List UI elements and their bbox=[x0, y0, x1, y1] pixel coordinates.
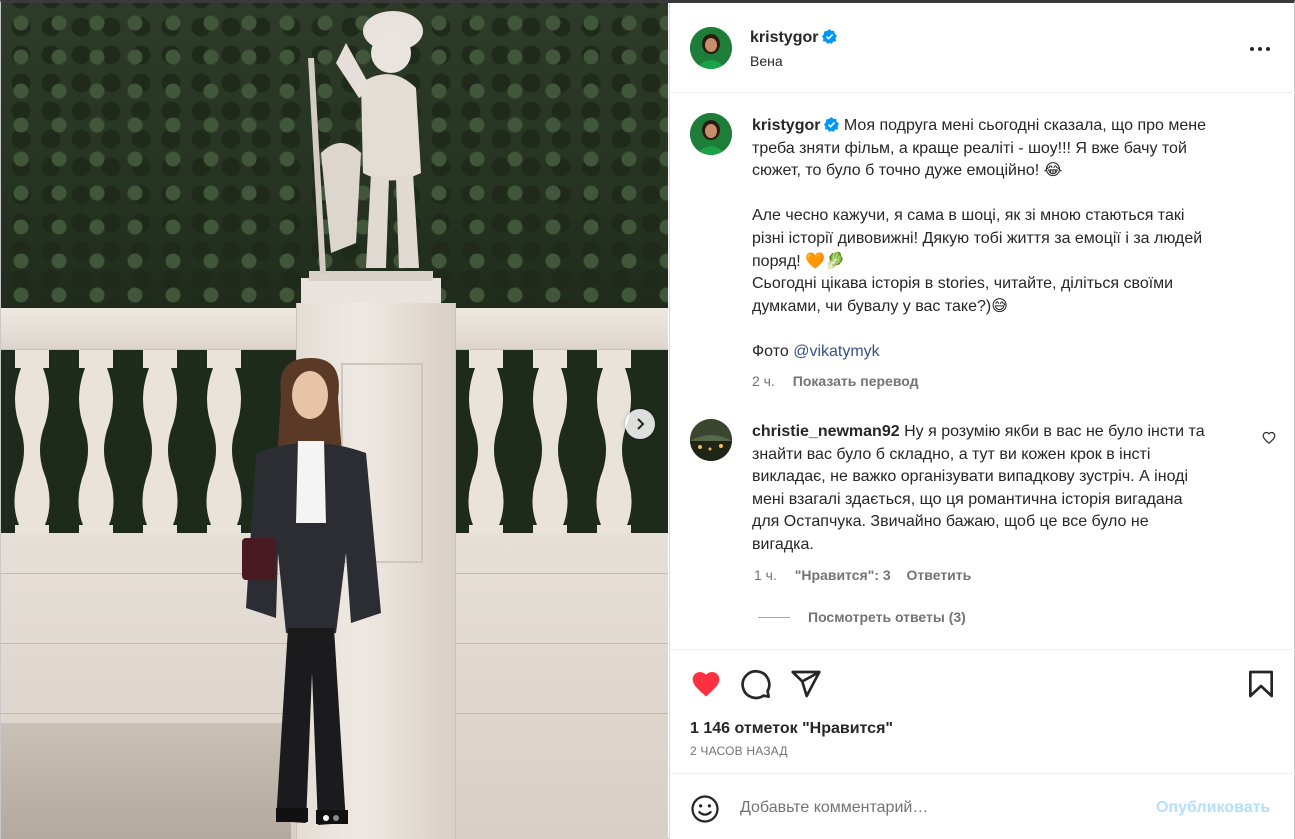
caption-line: Сьогодні цікава історія в stories, читай… bbox=[752, 275, 1174, 293]
carousel-dots bbox=[323, 815, 339, 821]
post-location[interactable]: Вена bbox=[750, 53, 783, 69]
replies-divider bbox=[758, 616, 790, 618]
heart-filled-icon[interactable] bbox=[690, 668, 722, 700]
bookmark-icon[interactable] bbox=[1245, 668, 1277, 700]
post-time-ago[interactable]: 2 ЧАСОВ НАЗАД bbox=[690, 744, 788, 758]
comment-body: christie_newman92 Ну я розумію якби в ва… bbox=[752, 421, 1257, 557]
view-replies-label: Посмотреть ответы (3) bbox=[808, 609, 966, 625]
verified-badge-icon bbox=[822, 29, 838, 44]
carousel-next-button[interactable] bbox=[625, 409, 655, 439]
verified-badge-icon bbox=[824, 117, 840, 132]
comment-time[interactable]: 1 ч. bbox=[754, 567, 777, 583]
caption-line: думками, чи бувалу у вас таке?)😅 bbox=[752, 297, 1008, 315]
comment-line: для Остапчука. Звичайно бажаю, щоб це вс… bbox=[752, 513, 1149, 531]
comment-meta: 1 ч. "Нравится": 3 Ответить bbox=[754, 567, 971, 583]
comment-line: мені взагалі здається, що ця романтична … bbox=[752, 490, 1183, 508]
photo-statue bbox=[301, 11, 441, 308]
publish-button[interactable]: Опубликовать bbox=[1156, 799, 1270, 817]
emoji-smile-icon[interactable] bbox=[690, 794, 720, 824]
chevron-right-icon bbox=[637, 418, 645, 430]
paper-plane-icon[interactable] bbox=[790, 668, 822, 700]
author-avatar[interactable] bbox=[690, 27, 732, 69]
view-replies-button[interactable]: Посмотреть ответы (3) bbox=[758, 609, 966, 625]
caption-author-username[interactable]: kristygor bbox=[752, 117, 820, 134]
carousel-dot-2 bbox=[333, 815, 339, 821]
commenter-username[interactable]: christie_newman92 bbox=[752, 423, 900, 440]
caption-line: різні історії дивовижні! Дякую тобі житт… bbox=[752, 229, 1203, 247]
photo-credit-link[interactable]: @vikatymyk bbox=[793, 343, 879, 360]
post-actions: 1 146 отметок "Нравится" 2 ЧАСОВ НАЗАД bbox=[670, 649, 1295, 773]
show-translation-button[interactable]: Показать перевод bbox=[793, 373, 919, 389]
caption-line: Моя подруга мені сьогодні сказала, що пр… bbox=[843, 117, 1206, 134]
author-username[interactable]: kristygor bbox=[750, 29, 818, 46]
photo-credit-prefix: Фото bbox=[752, 342, 794, 360]
comment-bubble-icon[interactable] bbox=[740, 668, 772, 700]
post-details-panel: kristygor Вена kristygor Моя подруга мен… bbox=[669, 3, 1295, 839]
caption-line: сюжет, то було б точно дуже емоційно! 😂 bbox=[752, 162, 1063, 180]
comment-input[interactable] bbox=[740, 796, 1140, 820]
caption-line: Але чесно кажучи, я сама в шоці, як зі м… bbox=[752, 207, 1185, 225]
window-frame: kristygor Вена kristygor Моя подруга мен… bbox=[0, 0, 1295, 839]
comment-line: вигадка. bbox=[752, 535, 814, 553]
caption-line: поряд! 🧡🥬 bbox=[752, 252, 846, 270]
caption-meta: 2 ч. Показать перевод bbox=[752, 373, 919, 389]
post-photo[interactable] bbox=[1, 3, 668, 839]
post-caption: kristygor Моя подруга мені сьогодні сказ… bbox=[752, 115, 1272, 364]
post-header: kristygor Вена bbox=[670, 3, 1295, 93]
caption-line: треба зняти фільм, а краще реаліті - шоу… bbox=[752, 139, 1187, 157]
reply-button[interactable]: Ответить bbox=[907, 567, 972, 583]
comment-line: Ну я розумію якби в вас не було інсти та bbox=[904, 423, 1205, 440]
comment-line: знайти вас було б складно, а тут ви коже… bbox=[752, 445, 1151, 463]
comment-likes-count[interactable]: "Нравится": 3 bbox=[795, 567, 891, 583]
comment-like-heart-icon[interactable] bbox=[1262, 431, 1276, 445]
more-options-icon[interactable] bbox=[1248, 39, 1272, 59]
carousel-dot-1 bbox=[323, 815, 329, 821]
caption-time[interactable]: 2 ч. bbox=[752, 373, 775, 389]
likes-count[interactable]: 1 146 отметок "Нравится" bbox=[690, 720, 893, 738]
photo-woman bbox=[242, 358, 381, 825]
add-comment-bar: Опубликовать bbox=[670, 773, 1295, 839]
commenter-avatar[interactable] bbox=[690, 419, 732, 461]
comment-line: викладає, не важко організувати випадков… bbox=[752, 468, 1189, 486]
author-name-row: kristygor bbox=[750, 29, 838, 47]
caption-author-avatar[interactable] bbox=[690, 113, 732, 155]
